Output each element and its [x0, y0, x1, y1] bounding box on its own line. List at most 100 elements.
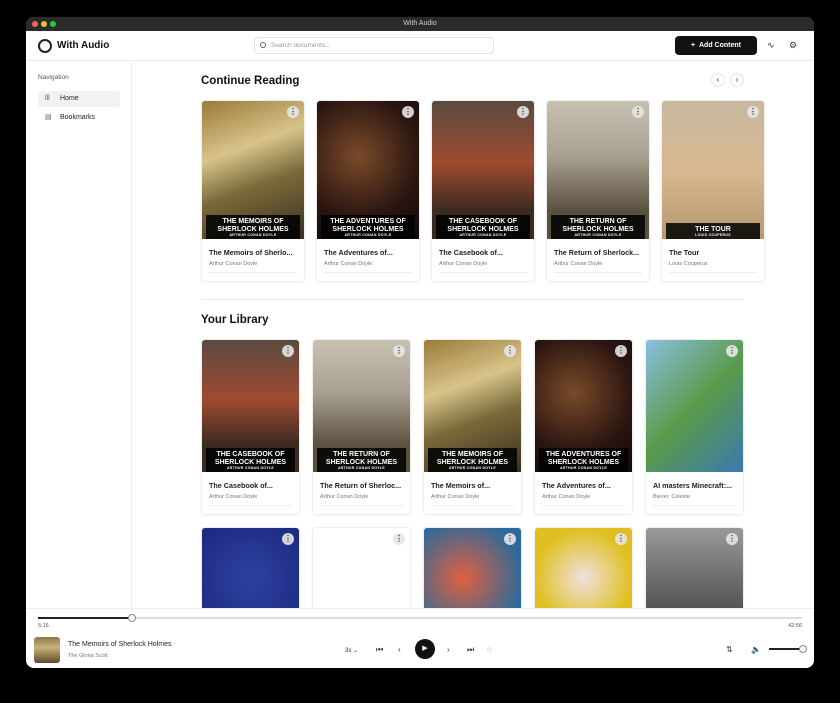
scroll-left-button[interactable]: ‹ — [711, 73, 725, 87]
speed-select[interactable]: 3x ⌄ — [345, 647, 358, 654]
volume-handle[interactable] — [799, 645, 807, 653]
search-input[interactable]: Search documents... — [254, 37, 494, 54]
more-options-icon[interactable]: ⋮ — [726, 533, 738, 545]
book-card[interactable]: THE MEMOIRS OF SHERLOCK HOLMES ARTHUR CON… — [423, 339, 522, 515]
progress-track — [669, 272, 757, 273]
book-card[interactable]: ⋮ — [534, 527, 633, 608]
book-author: Arthur Conan Doyle — [554, 261, 603, 267]
more-options-icon[interactable]: ⋮ — [402, 106, 414, 118]
cover-author: ARTHUR CONAN DOYLE — [344, 233, 392, 237]
more-options-icon[interactable]: ⋮ — [282, 533, 294, 545]
logo-icon — [38, 39, 52, 53]
now-playing-cover — [34, 637, 60, 663]
progress-track — [324, 272, 412, 273]
section-divider — [201, 299, 744, 300]
volume-slider[interactable] — [769, 645, 807, 653]
cover-title-band: THE ADVENTURES OF SHERLOCK HOLMES ARTHUR … — [539, 448, 628, 472]
add-content-button[interactable]: + Add Content — [675, 36, 757, 55]
book-author: Louis Couperus — [669, 261, 708, 267]
book-author: Arthur Conan Doyle — [542, 494, 591, 500]
more-options-icon[interactable]: ⋮ — [747, 106, 759, 118]
cover-title-band: THE RETURN OF SHERLOCK HOLMES ARTHUR CONA… — [551, 215, 645, 239]
sidebar-item-home[interactable]: lll Home — [38, 91, 120, 107]
close-window-button[interactable] — [32, 21, 38, 27]
volume-icon[interactable]: 🔈 — [751, 645, 761, 654]
more-options-icon[interactable]: ⋮ — [393, 533, 405, 545]
book-card[interactable]: THE RETURN OF SHERLOCK HOLMES ARTHUR CONA… — [546, 100, 650, 282]
cover-title-band: THE ADVENTURES OF SHERLOCK HOLMES ARTHUR … — [321, 215, 415, 239]
activity-icon[interactable]: ∿ — [767, 40, 775, 51]
book-card[interactable]: THE TOUR LOUIS COUPERUS ⋮ The Tour Louis Cou… — [661, 100, 765, 282]
more-options-icon[interactable]: ⋮ — [282, 345, 294, 357]
progress-track — [209, 272, 297, 273]
play-button[interactable]: ▶ — [415, 639, 435, 659]
settings-gear-icon[interactable]: ⚙ — [789, 40, 797, 51]
book-cover: THE MEMOIRS OF SHERLOCK HOLMES ARTHUR CON… — [202, 101, 304, 239]
cover-author: ARTHUR CONAN DOYLE — [448, 466, 496, 470]
book-card[interactable]: THE CASEBOOK OF SHERLOCK HOLMES ARTHUR CO… — [201, 339, 300, 515]
book-author: Arthur Conan Doyle — [320, 494, 369, 500]
cover-author: ARTHUR CONAN DOYLE — [229, 233, 277, 237]
title-bar: With Audio — [26, 17, 814, 31]
scroll-right-button[interactable]: › — [730, 73, 744, 87]
search-icon — [260, 42, 266, 48]
more-options-icon[interactable]: ⋮ — [615, 345, 627, 357]
skip-to-start-icon[interactable]: ⏮ — [376, 645, 383, 655]
cover-title: THE RETURN OF SHERLOCK HOLMES — [562, 218, 634, 233]
book-card[interactable]: THE RETURN OF SHERLOCK HOLMES ARTHUR CONA… — [312, 339, 411, 515]
cover-author: ARTHUR CONAN DOYLE — [574, 233, 622, 237]
previous-icon[interactable]: ‹ — [398, 645, 401, 654]
book-card[interactable]: ⋮ — [201, 527, 300, 608]
skip-to-end-icon[interactable]: ⏭ — [467, 645, 474, 655]
book-cover: THE ADVENTURES OF SHERLOCK HOLMES ARTHUR … — [535, 340, 632, 472]
cover-title-band: THE MEMOIRS OF SHERLOCK HOLMES ARTHUR CON… — [428, 448, 517, 472]
book-title: The Tour — [669, 248, 700, 257]
more-options-icon[interactable]: ⋮ — [517, 106, 529, 118]
more-options-icon[interactable]: ⋮ — [632, 106, 644, 118]
progress-slider[interactable] — [38, 614, 802, 622]
book-cover: ⋮ — [646, 528, 743, 608]
book-cover: THE RETURN OF SHERLOCK HOLMES ARTHUR CONA… — [547, 101, 649, 239]
main-content: Continue Reading ‹ › THE MEMOIRS OF SHER… — [133, 62, 814, 608]
nav-label: Bookmarks — [60, 114, 96, 121]
more-options-icon[interactable]: ⋮ — [393, 345, 405, 357]
book-card[interactable]: ⋮ — [645, 527, 744, 608]
book-card[interactable]: ⋮ — [312, 527, 411, 608]
book-card[interactable]: THE ADVENTURES OF SHERLOCK HOLMES ARTHUR … — [534, 339, 633, 515]
book-cover: ⋮ — [646, 340, 743, 472]
sleep-timer-icon[interactable]: ◌ — [487, 645, 492, 654]
progress-track — [320, 505, 403, 506]
book-title: The Casebook of... — [439, 248, 503, 257]
audio-player: 5:16 42:56 The Memoirs of Sherlock Holme… — [26, 608, 814, 668]
cover-title: THE MEMOIRS OF SHERLOCK HOLMES — [217, 218, 289, 233]
translate-icon[interactable]: ⇅ — [726, 645, 733, 654]
maximize-window-button[interactable] — [50, 21, 56, 27]
sidebar-item-bookmarks[interactable]: ▤ Bookmarks — [38, 110, 120, 126]
more-options-icon[interactable]: ⋮ — [615, 533, 627, 545]
more-options-icon[interactable]: ⋮ — [504, 345, 516, 357]
progress-fill — [38, 617, 132, 619]
book-card[interactable]: ⋮ — [423, 527, 522, 608]
cover-title-band: THE RETURN OF SHERLOCK HOLMES ARTHUR CONA… — [317, 448, 406, 472]
book-author: Arthur Conan Doyle — [209, 494, 258, 500]
more-options-icon[interactable]: ⋮ — [726, 345, 738, 357]
nav-label: Home — [60, 95, 79, 102]
book-card[interactable]: THE MEMOIRS OF SHERLOCK HOLMES ARTHUR CON… — [201, 100, 305, 282]
cover-title: THE CASEBOOK OF SHERLOCK HOLMES — [214, 451, 287, 466]
book-card[interactable]: THE CASEBOOK OF SHERLOCK HOLMES ARTHUR CO… — [431, 100, 535, 282]
book-cover: THE CASEBOOK OF SHERLOCK HOLMES ARTHUR CO… — [202, 340, 299, 472]
now-playing-title: The Memoirs of Sherlock Holmes — [68, 641, 172, 648]
cover-title-band: THE TOUR LOUIS COUPERUS — [666, 222, 760, 239]
more-options-icon[interactable]: ⋮ — [287, 106, 299, 118]
book-title: The Return of Sherlock... — [554, 248, 640, 257]
book-cover: THE RETURN OF SHERLOCK HOLMES ARTHUR CONA… — [313, 340, 410, 472]
more-options-icon[interactable]: ⋮ — [504, 533, 516, 545]
book-card[interactable]: ⋮ AI masters Minecraft:... Biever, Celeste — [645, 339, 744, 515]
search-placeholder: Search documents... — [271, 42, 331, 49]
cover-author: ARTHUR CONAN DOYLE — [226, 466, 274, 470]
book-card[interactable]: THE ADVENTURES OF SHERLOCK HOLMES ARTHUR … — [316, 100, 420, 282]
progress-handle[interactable] — [127, 614, 136, 622]
bookmark-icon: ▤ — [45, 114, 52, 121]
next-icon[interactable]: › — [447, 645, 450, 654]
minimize-window-button[interactable] — [41, 21, 47, 27]
